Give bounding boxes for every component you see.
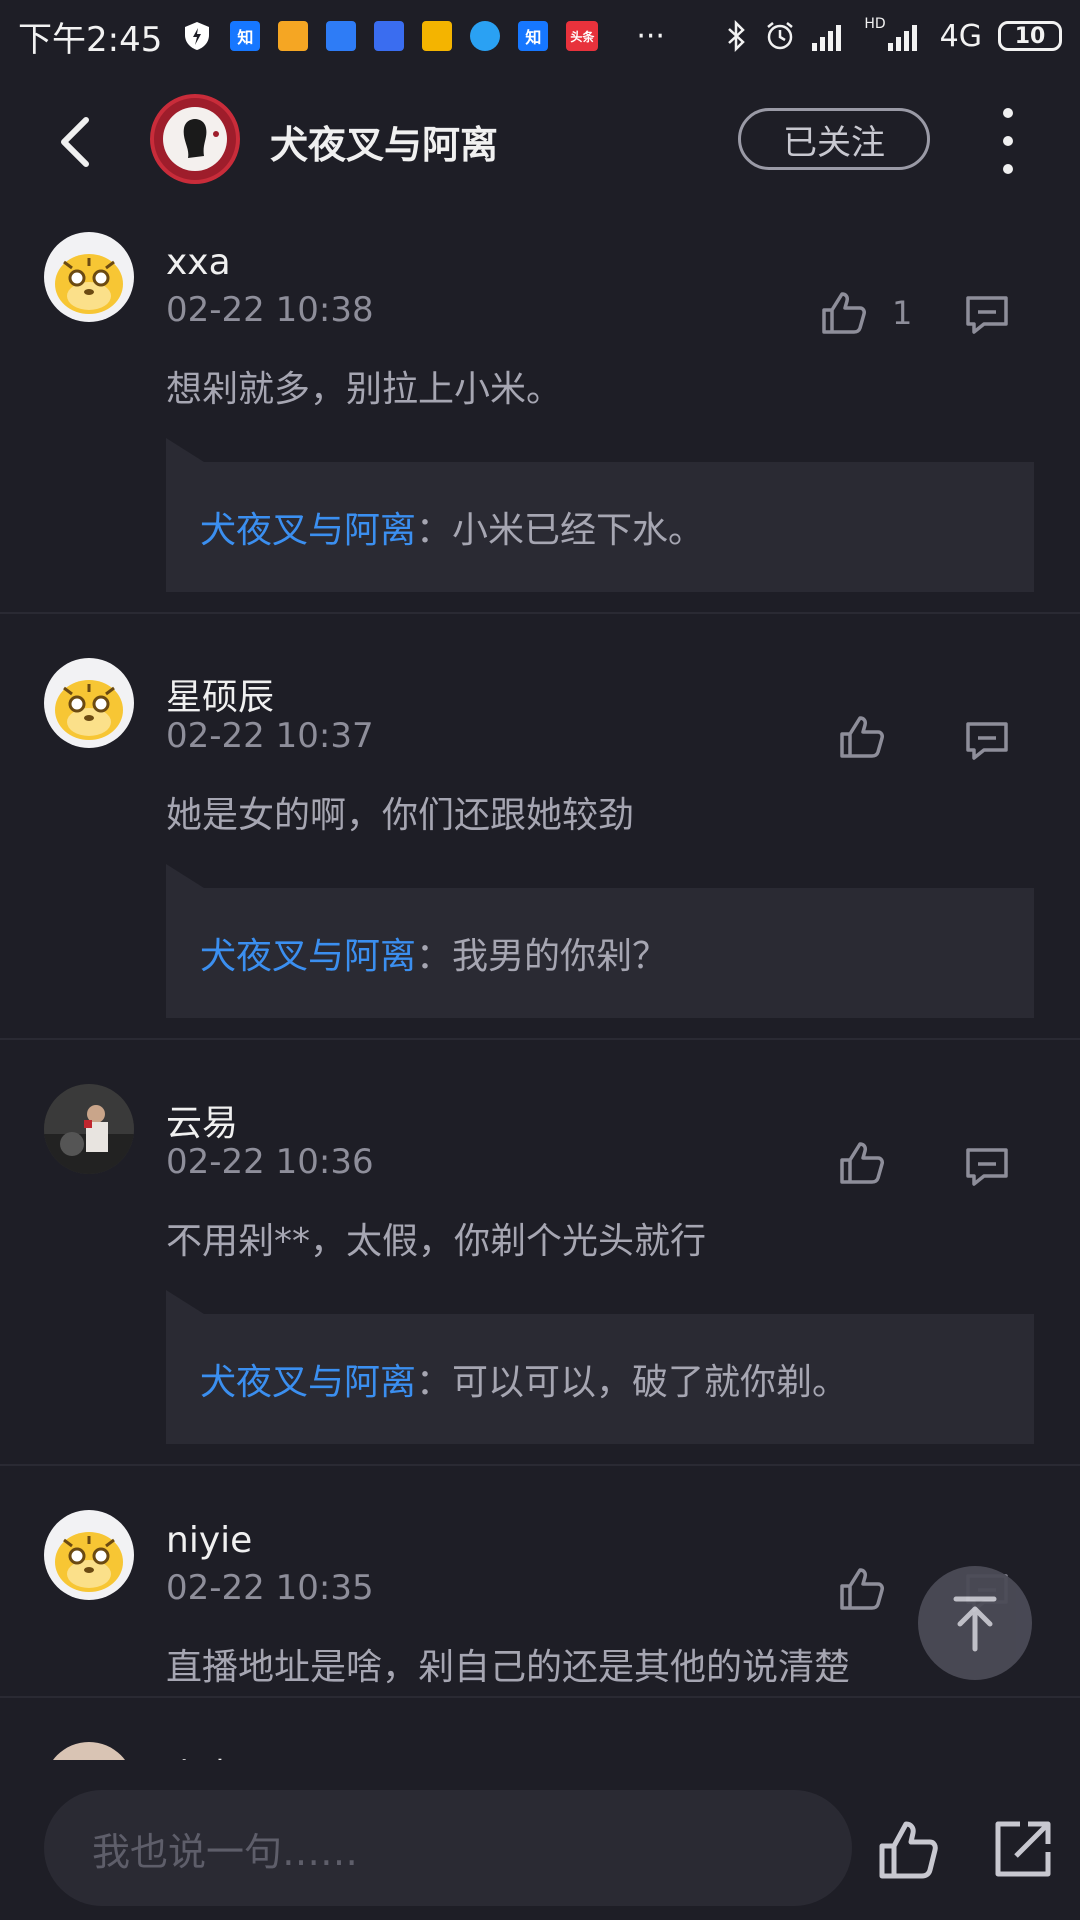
network-type: 4G xyxy=(939,18,982,54)
page-header: 犬夜叉与阿离 已关注 xyxy=(0,72,1080,208)
comment-text: 想剁就多，别拉上小米。 xyxy=(166,369,563,410)
system-status: HD 4G 10 xyxy=(726,16,1062,54)
status-time: 下午2:45 xyxy=(18,19,163,60)
signal-icon xyxy=(812,25,842,51)
reply-author[interactable]: 犬夜叉与阿离 xyxy=(200,1353,416,1405)
author-reply: 犬夜叉与阿离 ：可以可以，破了就你剃。 xyxy=(166,1290,1034,1444)
like-icon[interactable] xyxy=(836,1138,886,1188)
bottom-bar: 我也说一句…… xyxy=(0,1760,1080,1920)
user-avatar[interactable] xyxy=(44,1510,134,1600)
comment-time: 02-22 10:36 xyxy=(166,1142,374,1182)
like-icon[interactable] xyxy=(818,288,868,338)
zhihu-app-icon-2: 知 xyxy=(518,21,549,51)
author-reply: 犬夜叉与阿离 ：小米已经下水。 xyxy=(166,438,1034,592)
like-count: 1 xyxy=(892,294,913,332)
signal-icon-2 xyxy=(887,25,917,51)
comment-username[interactable]: 星硕辰 xyxy=(166,668,274,720)
more-options-icon[interactable] xyxy=(990,108,1026,174)
bird-app-icon xyxy=(470,21,501,51)
like-icon[interactable] xyxy=(876,1818,940,1882)
notification-icons: 知 知 头条 ··· xyxy=(182,19,665,54)
baidu-app-icon xyxy=(374,21,405,51)
reply-text: ：可以可以，破了就你剃。 xyxy=(416,1362,849,1403)
comment-time: 02-22 10:38 xyxy=(166,290,374,330)
user-avatar[interactable] xyxy=(44,232,134,322)
wallet-app-icon xyxy=(278,21,309,51)
reply-icon[interactable] xyxy=(964,292,1010,338)
reply-icon[interactable] xyxy=(964,718,1010,764)
overflow-icon: ··· xyxy=(636,18,665,54)
scroll-to-top-button[interactable] xyxy=(918,1566,1032,1680)
reply-icon[interactable] xyxy=(964,1144,1010,1190)
battery-indicator: 10 xyxy=(998,21,1062,51)
hd-label: HD xyxy=(864,16,886,32)
reply-text: ：我男的你剁？ xyxy=(416,936,669,977)
arrow-up-icon xyxy=(953,1596,997,1652)
comment-username[interactable]: niyie xyxy=(166,1520,252,1561)
comment-item: 云易 02-22 10:36 不用剁**，太假，你剃个光头就行 犬夜叉与阿离 ：可… xyxy=(0,1040,1080,1464)
comment-username[interactable]: 小米雷军 xyxy=(166,1748,310,1760)
like-icon[interactable] xyxy=(836,712,886,762)
alarm-icon xyxy=(767,22,794,50)
bluetooth-icon xyxy=(728,20,746,52)
comment-text: 她是女的啊，你们还跟她较劲 xyxy=(166,795,635,836)
toutiao-app-icon: 头条 xyxy=(566,21,599,51)
user-avatar[interactable] xyxy=(44,1084,134,1174)
shield-app-icon xyxy=(182,21,212,51)
status-bar: 下午2:45 知 知 头条 ··· HD 4G 10 xyxy=(0,0,1080,72)
comment-item: 星硕辰 02-22 10:37 她是女的啊，你们还跟她较劲 犬夜叉与阿离 ：我男的… xyxy=(0,614,1080,1038)
comment-item: niyie 02-22 10:35 直播地址是啥，剁自己的还是其他的说清楚 xyxy=(0,1466,1080,1696)
user-avatar[interactable] xyxy=(44,1742,134,1760)
page-title: 犬夜叉与阿离 xyxy=(270,123,499,167)
reply-author[interactable]: 犬夜叉与阿离 xyxy=(200,927,416,979)
author-avatar[interactable] xyxy=(150,94,240,184)
share-icon[interactable] xyxy=(992,1818,1054,1880)
comment-item: xxa 02-22 10:38 1 想剁就多，别拉上小米。 犬夜叉与阿离 ：小米已… xyxy=(0,208,1080,612)
zhihu-app-icon: 知 xyxy=(230,21,261,51)
news-app-icon xyxy=(422,21,453,51)
back-arrow-icon[interactable] xyxy=(48,112,108,172)
comment-item: 小米雷军 xyxy=(0,1698,1080,1760)
author-reply: 犬夜叉与阿离 ：我男的你剁？ xyxy=(166,864,1034,1018)
comment-time: 02-22 10:35 xyxy=(166,1568,374,1608)
user-avatar[interactable] xyxy=(44,658,134,748)
tencent-app-icon xyxy=(326,21,357,51)
like-icon[interactable] xyxy=(836,1564,886,1614)
reply-author[interactable]: 犬夜叉与阿离 xyxy=(200,501,416,553)
comment-username[interactable]: xxa xyxy=(166,242,231,283)
follow-button[interactable]: 已关注 xyxy=(738,108,930,170)
comment-text: 直播地址是啥，剁自己的还是其他的说清楚 xyxy=(166,1647,851,1688)
comment-input[interactable]: 我也说一句…… xyxy=(44,1790,852,1906)
comment-username[interactable]: 云易 xyxy=(166,1094,238,1146)
comment-time: 02-22 10:37 xyxy=(166,716,374,756)
comment-text: 不用剁**，太假，你剃个光头就行 xyxy=(166,1221,707,1262)
reply-text: ：小米已经下水。 xyxy=(416,510,705,551)
